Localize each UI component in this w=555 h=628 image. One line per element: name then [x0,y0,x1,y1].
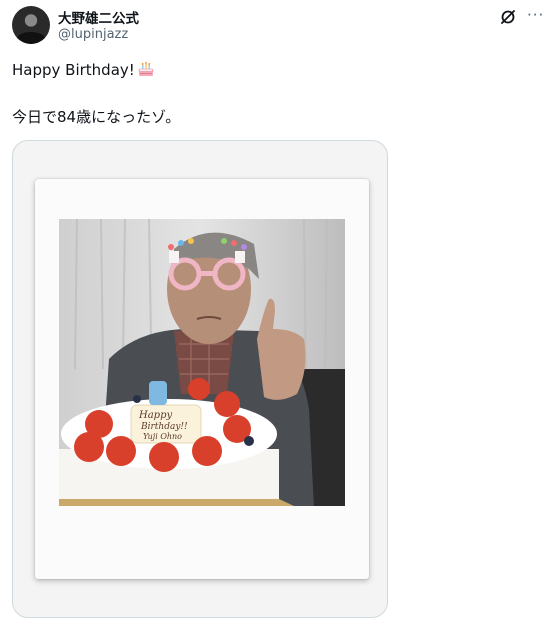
post-greeting: Happy Birthday! [12,61,135,79]
birthday-photo[interactable]: Happy Birthday!! Yuji Ohno [59,219,345,506]
instant-photo-frame: Happy Birthday!! Yuji Ohno [35,179,369,579]
avatar[interactable] [12,6,50,44]
cake-writing-line3: Yuji Ohno [143,432,182,441]
cake-writing-line2: Birthday!! [140,422,188,432]
more-icon[interactable]: ··· [527,8,544,23]
post-media[interactable]: Happy Birthday!! Yuji Ohno [12,140,388,618]
post-text-line1: Happy Birthday! [12,60,155,80]
grok-icon[interactable] [500,9,516,25]
cake-writing-line1: Happy [138,410,172,421]
author-display-name[interactable]: 大野雄二公式 [58,7,139,27]
avatar-figure [16,32,46,44]
photo-illustration: Happy Birthday!! Yuji Ohno [59,219,345,506]
post-text-line2: 今日で84歳になったゾ。 [12,108,181,126]
author-handle[interactable]: @lupinjazz [58,27,128,42]
birthday-cake-icon [138,61,154,76]
